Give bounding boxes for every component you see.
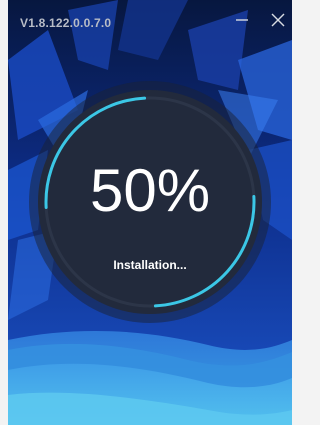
installer-window: V1.8.122.0.0.7.0 50% Installation... [8, 0, 292, 425]
version-label: V1.8.122.0.0.7.0 [20, 16, 112, 30]
close-icon [271, 13, 285, 27]
minimize-icon [236, 19, 248, 21]
progress-percent: 50% [89, 157, 211, 224]
close-button[interactable] [268, 10, 288, 30]
status-text: Installation... [113, 258, 187, 272]
minimize-button[interactable] [232, 10, 252, 30]
